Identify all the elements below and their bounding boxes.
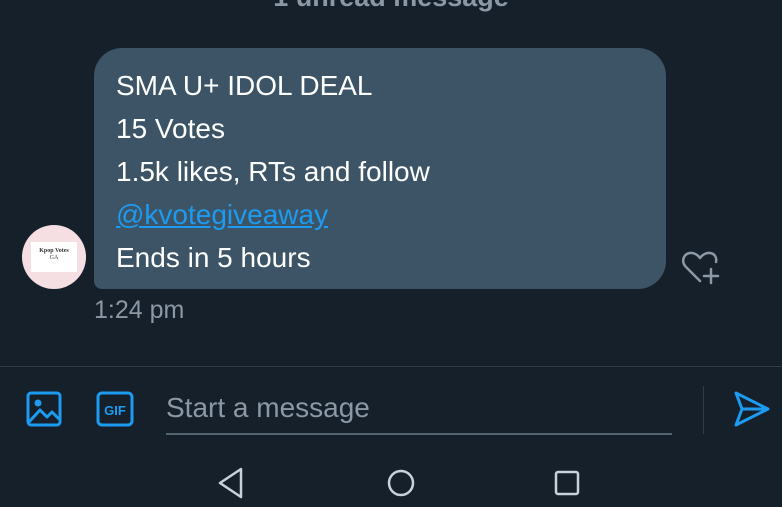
mention-link[interactable]: @kvotegiveaway bbox=[116, 199, 328, 230]
recent-square-icon[interactable] bbox=[554, 470, 580, 496]
heart-plus-icon[interactable] bbox=[680, 250, 720, 286]
back-triangle-icon[interactable] bbox=[216, 466, 246, 500]
message-line-5: Ends in 5 hours bbox=[116, 242, 311, 273]
svg-text:GIF: GIF bbox=[104, 403, 126, 418]
message-line-3: 1.5k likes, RTs and follow bbox=[116, 156, 430, 187]
avatar-logo: Kpop Votes GA ····· bbox=[31, 242, 77, 272]
message-line-2: 15 Votes bbox=[116, 113, 225, 144]
dm-conversation-screen: 1 unread message Kpop Votes GA ····· SMA… bbox=[0, 0, 782, 507]
image-icon[interactable] bbox=[26, 391, 62, 427]
message-bubble[interactable]: SMA U+ IDOL DEAL 15 Votes 1.5k likes, RT… bbox=[94, 48, 666, 289]
avatar[interactable]: Kpop Votes GA ····· bbox=[22, 225, 86, 289]
avatar-logo-title: Kpop Votes bbox=[39, 248, 69, 254]
message-input[interactable] bbox=[166, 383, 672, 435]
message-line-1: SMA U+ IDOL DEAL bbox=[116, 70, 373, 101]
composer-divider bbox=[0, 366, 782, 367]
input-separator bbox=[703, 386, 704, 434]
home-circle-icon[interactable] bbox=[386, 468, 416, 498]
avatar-logo-small: ····· bbox=[51, 262, 57, 266]
unread-divider: 1 unread message bbox=[0, 0, 782, 13]
send-icon[interactable] bbox=[733, 390, 771, 428]
avatar-logo-subtitle: GA bbox=[49, 255, 59, 261]
gif-icon[interactable]: GIF bbox=[96, 391, 134, 427]
message-timestamp: 1:24 pm bbox=[94, 296, 185, 324]
